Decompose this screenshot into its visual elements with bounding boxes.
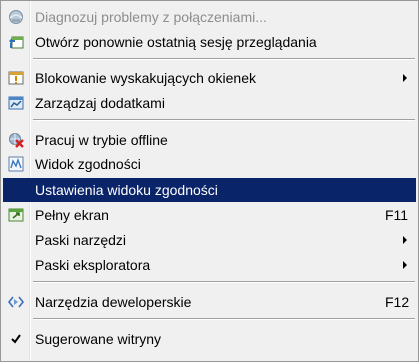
menu-separator: [33, 119, 415, 121]
developer-tools-icon: [7, 294, 25, 310]
manage-addons-icon: [8, 95, 24, 111]
checkmark-icon: [8, 331, 24, 347]
menu-item-label: Otwórz ponownie ostatnią sesję przegląda…: [35, 34, 317, 50]
menu-item-explorer-bars[interactable]: Paski eksploratora: [3, 253, 416, 277]
menu-item-label: Widok zgodności: [35, 156, 141, 172]
menu-item-label: Blokowanie wyskakujących okienek: [35, 70, 256, 86]
reopen-session-icon: [8, 34, 24, 50]
menu-item-label: Pełny ekran: [35, 207, 109, 223]
menu-item-label: Ustawienia widoku zgodności: [35, 182, 218, 198]
menu-item-work-offline[interactable]: Pracuj w trybie offline: [3, 128, 416, 152]
menu-item-label: Paski eksploratora: [35, 257, 151, 273]
menu-item-suggested-sites[interactable]: Sugerowane witryny: [3, 327, 416, 351]
menu-item-fullscreen[interactable]: Pełny ekran F11: [3, 203, 416, 227]
menu-item-compatibility-view[interactable]: Widok zgodności: [3, 152, 416, 176]
submenu-arrow-icon: [403, 74, 407, 82]
menu-item-developer-tools[interactable]: Narzędzia deweloperskie F12: [3, 290, 416, 314]
menu-separator: [33, 281, 415, 283]
tools-context-menu: Diagnozuj problemy z połączeniami... Otw…: [0, 0, 419, 362]
menu-item-shortcut: F11: [385, 207, 409, 223]
menu-item-diagnose-connection[interactable]: Diagnozuj problemy z połączeniami...: [3, 5, 416, 29]
menu-item-shortcut: F12: [385, 294, 410, 310]
menu-item-label: Paski narzędzi: [35, 232, 127, 248]
menu-item-label: Sugerowane witryny: [35, 331, 162, 347]
popup-blocker-icon: [8, 70, 24, 86]
menu-item-label: Zarządzaj dodatkami: [35, 95, 165, 111]
menu-item-label: Diagnozuj problemy z połączeniami...: [35, 9, 267, 25]
menu-item-label: Pracuj w trybie offline: [35, 132, 168, 148]
fullscreen-icon: [8, 207, 24, 223]
menu-item-reopen-session[interactable]: Otwórz ponownie ostatnią sesję przegląda…: [3, 30, 416, 54]
submenu-arrow-icon: [403, 261, 407, 269]
menu-item-manage-addons[interactable]: Zarządzaj dodatkami: [3, 91, 416, 115]
menu-item-popup-blocker[interactable]: Blokowanie wyskakujących okienek: [3, 66, 416, 90]
work-offline-icon: [8, 132, 24, 148]
menu-separator: [33, 318, 415, 320]
menu-item-compatibility-view-settings[interactable]: Ustawienia widoku zgodności: [3, 178, 416, 202]
compatibility-view-icon: [8, 156, 24, 172]
menu-item-label: Narzędzia deweloperskie: [35, 294, 192, 310]
menu-item-toolbars[interactable]: Paski narzędzi: [3, 228, 416, 252]
menu-separator: [33, 58, 415, 60]
network-diagnose-icon: [8, 9, 24, 25]
submenu-arrow-icon: [403, 236, 407, 244]
